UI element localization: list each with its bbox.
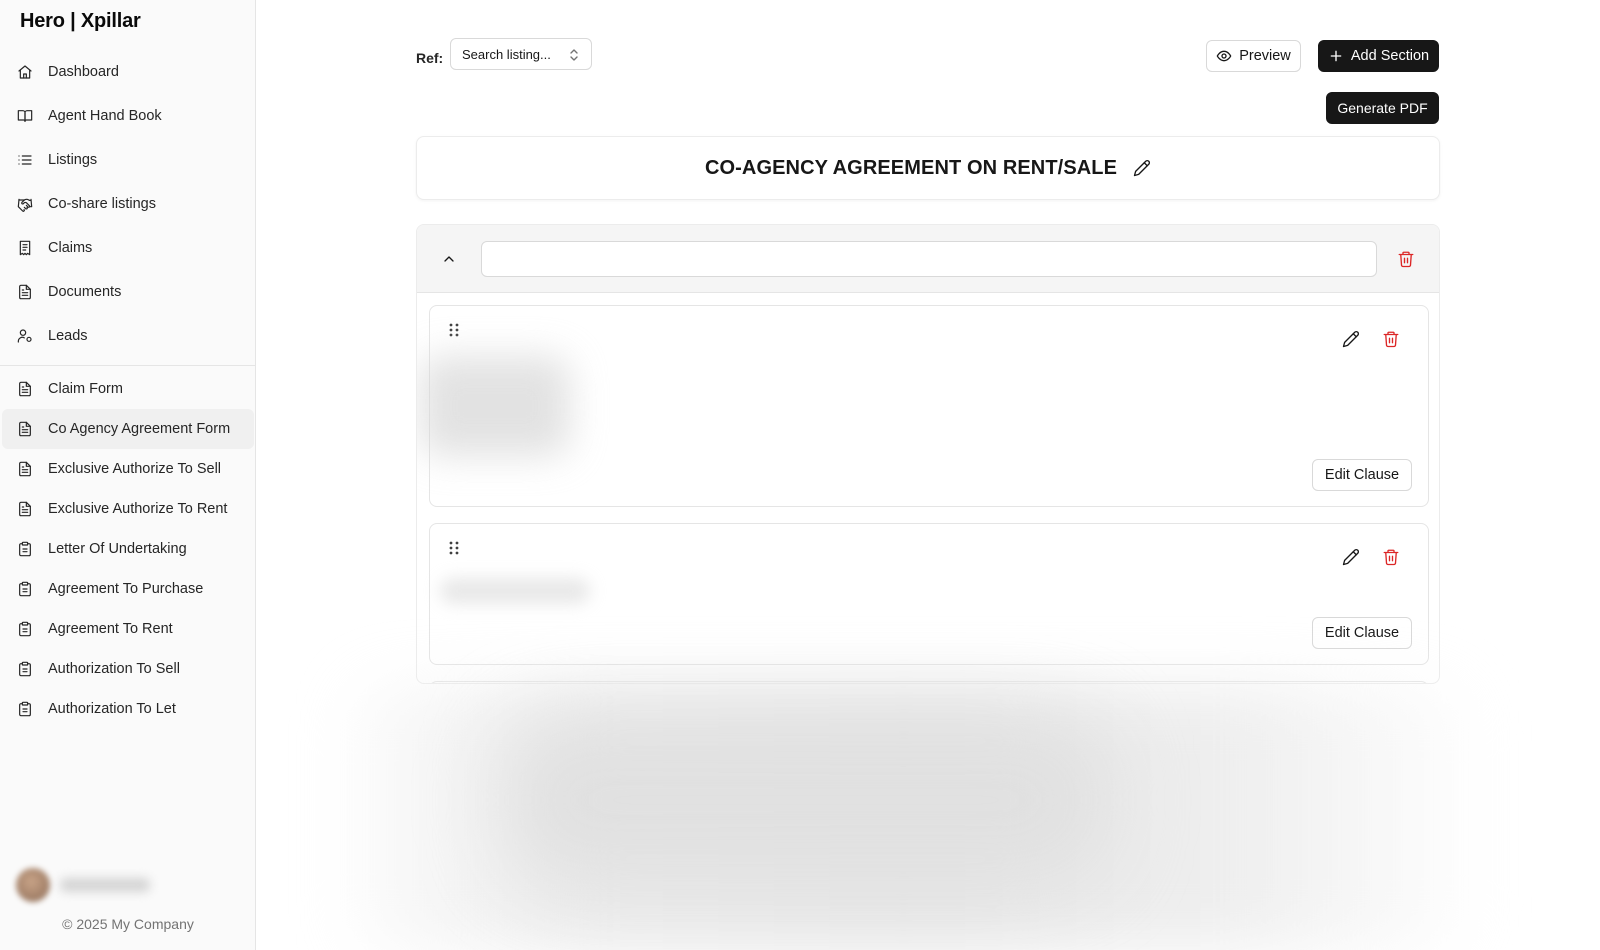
list-icon	[16, 151, 34, 169]
sidebar-item-documents[interactable]: Documents	[0, 270, 256, 314]
clipboard-icon	[16, 660, 34, 678]
document-title: CO-AGENCY AGREEMENT ON RENT/SALE	[704, 156, 1118, 179]
clipboard-icon	[16, 580, 34, 598]
copyright-text: © 2025 My Company	[62, 916, 194, 932]
sidebar-item-label: Documents	[48, 284, 122, 300]
avatar	[16, 868, 50, 902]
sidebar-item-label: Authorization To Sell	[48, 661, 180, 677]
sidebar-item-listings[interactable]: Listings	[0, 138, 256, 182]
sidebar-item-letter-of-undertaking[interactable]: Letter Of Undertaking	[0, 529, 256, 569]
document-title-card: CO-AGENCY AGREEMENT ON RENT/SALE	[416, 136, 1440, 200]
preview-button[interactable]: Preview	[1206, 40, 1301, 72]
agreement-section: Edit Clause Edit Clause	[416, 224, 1440, 684]
clipboard-icon	[16, 700, 34, 718]
user-profile[interactable]	[16, 868, 216, 902]
edit-clause-button[interactable]: Edit Clause	[1312, 617, 1412, 649]
handshake-icon	[16, 195, 34, 213]
sidebar-item-label: Co Agency Agreement Form	[48, 421, 231, 437]
trash-icon[interactable]	[1397, 250, 1415, 268]
document-icon	[16, 460, 34, 478]
sidebar-item-exclusive-authorize-to-rent[interactable]: Exclusive Authorize To Rent	[0, 489, 256, 529]
drag-handle-icon[interactable]	[448, 322, 460, 338]
primary-nav: Dashboard Agent Hand Book Listings Co-sh…	[0, 50, 256, 358]
sidebar-item-agreement-to-rent[interactable]: Agreement To Rent	[0, 609, 256, 649]
sidebar-item-co-agency-agreement-form[interactable]: Co Agency Agreement Form	[2, 409, 254, 449]
sidebar-item-label: Exclusive Authorize To Rent	[48, 501, 228, 517]
section-title-input[interactable]	[481, 241, 1377, 277]
sidebar-item-claims[interactable]: Claims	[0, 226, 256, 270]
brand-title: Hero | Xpillar	[20, 10, 141, 32]
clause-content-redacted	[440, 578, 590, 604]
trash-icon[interactable]	[1382, 548, 1400, 566]
receipt-icon	[16, 239, 34, 257]
sidebar-item-label: Co-share listings	[48, 196, 156, 212]
edit-clause-button[interactable]: Edit Clause	[1312, 459, 1412, 491]
clause-card: Edit Clause	[429, 523, 1429, 665]
generate-pdf-button[interactable]: Generate PDF	[1326, 92, 1439, 124]
sidebar-item-authorization-to-let[interactable]: Authorization To Let	[0, 689, 256, 729]
sidebar-item-label: Dashboard	[48, 64, 119, 80]
home-icon	[16, 63, 34, 81]
sidebar-item-dashboard[interactable]: Dashboard	[0, 50, 256, 94]
sidebar-item-exclusive-authorize-to-sell[interactable]: Exclusive Authorize To Sell	[0, 449, 256, 489]
sidebar-item-label: Agreement To Rent	[48, 621, 173, 637]
ref-select-placeholder: Search listing...	[462, 46, 551, 62]
sidebar-item-label: Leads	[48, 328, 88, 344]
sidebar-item-label: Listings	[48, 152, 98, 168]
pencil-icon[interactable]	[1133, 159, 1151, 177]
section-header	[417, 225, 1439, 293]
add-section-label: Add Section	[1350, 48, 1430, 64]
preview-label: Preview	[1239, 48, 1291, 64]
sidebar: Hero | Xpillar Dashboard Agent Hand Book…	[0, 0, 256, 950]
eye-icon	[1216, 50, 1232, 62]
clipboard-icon	[16, 540, 34, 558]
generate-pdf-label: Generate PDF	[1337, 100, 1428, 116]
trash-icon[interactable]	[1382, 330, 1400, 348]
sidebar-item-authorization-to-sell[interactable]: Authorization To Sell	[0, 649, 256, 689]
document-icon	[16, 500, 34, 518]
plus-icon	[1330, 50, 1342, 62]
clause-card: Edit Clause	[420, 305, 1429, 507]
document-icon	[16, 380, 34, 398]
pencil-icon[interactable]	[1342, 548, 1360, 566]
document-icon	[16, 283, 34, 301]
sidebar-item-co-share-listings[interactable]: Co-share listings	[0, 182, 256, 226]
clause-card	[429, 681, 1429, 683]
sidebar-item-label: Authorization To Let	[48, 701, 176, 717]
chevron-up-icon[interactable]	[441, 251, 457, 267]
sidebar-item-label: Claims	[48, 240, 93, 256]
sidebar-item-label: Claim Form	[48, 381, 123, 397]
chevrons-up-down-icon	[570, 49, 578, 61]
book-icon	[16, 107, 34, 125]
sidebar-item-label: Agreement To Purchase	[48, 581, 204, 597]
clipboard-icon	[16, 620, 34, 638]
user-name-redacted	[60, 878, 150, 892]
sidebar-item-agreement-to-purchase[interactable]: Agreement To Purchase	[0, 569, 256, 609]
sidebar-item-agent-hand-book[interactable]: Agent Hand Book	[0, 94, 256, 138]
document-icon	[16, 420, 34, 438]
forms-nav: Claim Form Co Agency Agreement Form Excl…	[0, 369, 256, 729]
ref-listing-select[interactable]: Search listing...	[450, 38, 592, 70]
sidebar-divider	[0, 365, 256, 366]
sidebar-item-leads[interactable]: Leads	[0, 314, 256, 358]
ref-label: Ref:	[416, 50, 444, 66]
sidebar-item-label: Exclusive Authorize To Sell	[48, 461, 222, 477]
pencil-icon[interactable]	[1342, 330, 1360, 348]
redacted-region	[506, 720, 1106, 880]
add-section-button[interactable]: Add Section	[1318, 40, 1439, 72]
clause-content-redacted	[420, 356, 570, 456]
drag-handle-icon[interactable]	[448, 540, 460, 556]
user-cog-icon	[16, 327, 34, 345]
sidebar-item-label: Agent Hand Book	[48, 108, 162, 124]
main-content: Ref: Search listing... Preview Add Secti…	[256, 0, 1600, 950]
sidebar-item-claim-form[interactable]: Claim Form	[0, 369, 256, 409]
sidebar-item-label: Letter Of Undertaking	[48, 541, 187, 557]
